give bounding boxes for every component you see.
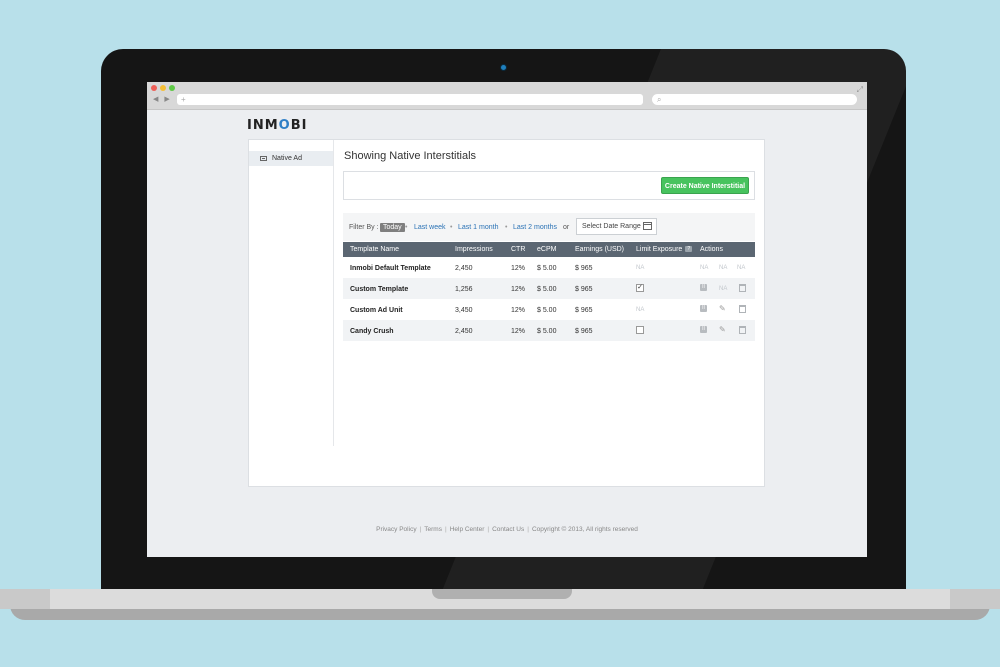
limit-exposure-checkbox[interactable] [636,326,644,334]
limit-exposure-na: NA [636,307,645,313]
ecpm-cell: $ 5.00 [537,307,557,314]
pause-icon[interactable]: II [700,284,707,291]
column-header[interactable]: Template Name [350,246,399,253]
filter-separator: • [505,224,508,231]
template-name[interactable]: Inmobi Default Template [350,265,431,272]
column-header-label: Limit Exposure [636,246,683,253]
footer-copyright: Copyright © 2013, All rights reserved [531,526,638,533]
column-header[interactable]: eCPM [537,246,556,253]
back-forward-icon[interactable]: ◀ ▶ [153,95,172,103]
template-name[interactable]: Custom Template [350,286,408,293]
date-range-select[interactable]: Select Date Range [576,218,657,235]
action-na: NA [719,265,728,271]
create-native-interstitial-button[interactable]: Create Native Interstitial [661,177,749,194]
filter-label: Filter By : [349,224,379,231]
sidebar-item-native-ad[interactable]: Native Ad [249,151,333,166]
table-row: Custom Ad Unit 3,450 12% $ 5.00 $ 965 NA… [343,299,755,320]
close-window-button[interactable] [151,85,157,91]
sidebar-item-label: Native Ad [272,155,302,162]
fullscreen-icon[interactable]: ⤢ [857,85,863,95]
earnings-cell: $ 965 [575,265,593,272]
limit-exposure-na: NA [636,265,645,271]
templates-table: Template Name Impressions CTR eCPM Earni… [343,242,755,341]
camera [500,64,507,71]
footer-separator: | [444,526,447,533]
template-name[interactable]: Custom Ad Unit [350,307,403,314]
column-header[interactable]: Limit Exposure? [636,246,693,253]
filter-separator: • [405,224,408,231]
ctr-cell: 12% [511,307,526,314]
footer: Privacy Policy | Terms | Help Center | Contact… [147,526,867,533]
pause-icon[interactable]: II [700,305,707,312]
column-header[interactable]: Impressions [455,246,493,253]
search-icon: ⌕ [657,95,662,104]
filter-separator: • [450,224,453,231]
ctr-cell: 12% [511,286,526,293]
laptop-notch [432,589,572,599]
table-row: Inmobi Default Template 2,450 12% $ 5.00… [343,257,755,278]
ctr-cell: 12% [511,265,526,272]
limit-exposure-checkbox[interactable]: ✓ [636,284,644,292]
filter-last-month[interactable]: Last 1 month [458,224,498,231]
filter-today[interactable]: Today [380,223,405,232]
impressions-cell: 2,450 [455,265,473,272]
column-header[interactable]: CTR [511,246,525,253]
action-na: NA [700,265,709,271]
impressions-cell: 2,450 [455,328,473,335]
screen: ◀ ▶ + ⌕ ⤢ INMOBI Native Ad Showing Nativ… [147,82,867,557]
info-icon[interactable]: ? [685,246,693,253]
delete-icon[interactable] [739,284,746,292]
maximize-window-button[interactable] [169,85,175,91]
footer-separator: | [527,526,529,533]
template-name[interactable]: Candy Crush [350,328,394,335]
earnings-cell: $ 965 [575,307,593,314]
sidebar: Native Ad [249,140,334,446]
earnings-cell: $ 965 [575,328,593,335]
logo-text-o: O [278,118,291,133]
browser-search-input[interactable]: ⌕ [652,94,857,105]
native-ad-icon [260,156,267,161]
table-row: Custom Template 1,256 12% $ 5.00 $ 965 ✓… [343,278,755,299]
footer-terms-link[interactable]: Terms [424,526,442,533]
edit-icon[interactable]: ✎ [719,325,726,334]
action-na: NA [737,265,746,271]
delete-icon[interactable] [739,305,746,313]
impressions-cell: 1,256 [455,286,473,293]
logo-text-end: BI [290,118,308,133]
ecpm-cell: $ 5.00 [537,286,557,293]
footer-contact-link[interactable]: Contact Us [492,526,524,533]
url-bar[interactable]: + [177,94,643,105]
browser-toolbar: ◀ ▶ + ⌕ ⤢ [147,82,867,110]
content-panel: Native Ad Showing Native Interstitials C… [248,139,765,487]
ecpm-cell: $ 5.00 [537,265,557,272]
table-row: Candy Crush 2,450 12% $ 5.00 $ 965 II ✎ [343,320,755,341]
column-header[interactable]: Earnings (USD) [575,246,624,253]
minimize-window-button[interactable] [160,85,166,91]
calendar-icon [643,222,652,230]
table-header: Template Name Impressions CTR eCPM Earni… [343,242,755,257]
impressions-cell: 3,450 [455,307,473,314]
footer-separator: | [487,526,490,533]
filter-or: or [563,224,570,231]
footer-privacy-link[interactable]: Privacy Policy [376,526,416,533]
earnings-cell: $ 965 [575,286,593,293]
logo-text-start: INM [247,118,279,133]
action-bar: Create Native Interstitial [343,171,755,200]
filter-last-week[interactable]: Last week [414,224,446,231]
footer-help-link[interactable]: Help Center [450,526,485,533]
delete-icon[interactable] [739,326,746,334]
pause-icon[interactable]: II [700,326,707,333]
page-title: Showing Native Interstitials [344,150,477,162]
filter-bar: Filter By : Today • Last week • Last 1 m… [343,213,755,241]
action-na: NA [719,286,728,292]
edit-icon[interactable]: ✎ [719,304,726,313]
ctr-cell: 12% [511,328,526,335]
date-range-label: Select Date Range [582,223,641,230]
inmobi-logo[interactable]: INMOBI [247,118,307,133]
filter-last-2-months[interactable]: Last 2 months [513,224,557,231]
ecpm-cell: $ 5.00 [537,328,557,335]
column-header: Actions [700,246,723,253]
